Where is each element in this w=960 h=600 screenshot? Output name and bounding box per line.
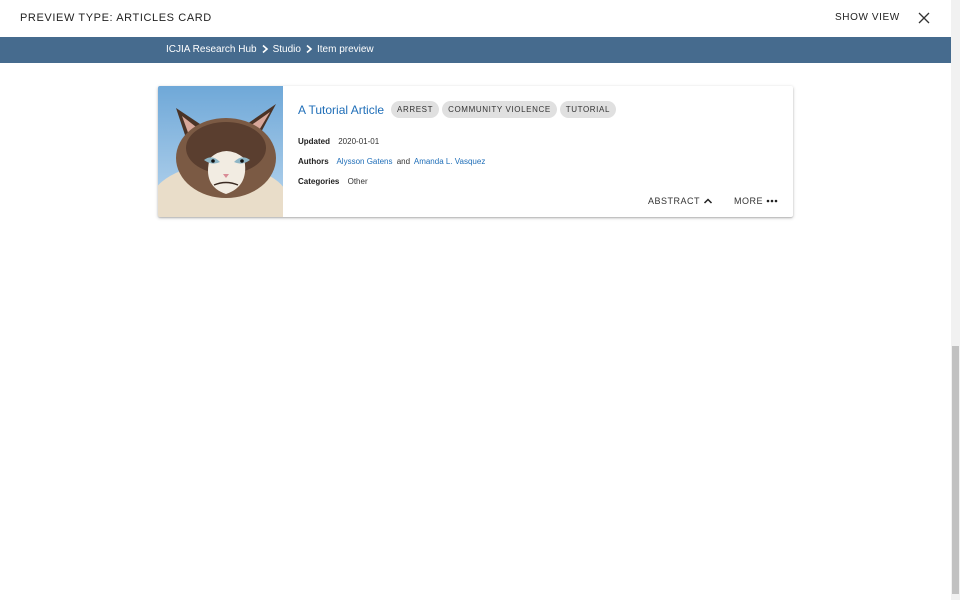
chevron-up-icon	[703, 198, 713, 204]
categories-label: Categories	[298, 177, 340, 186]
more-label: MORE	[734, 196, 763, 206]
preview-title: PREVIEW TYPE: ARTICLES CARD	[20, 12, 212, 24]
more-horizontal-icon	[766, 199, 778, 203]
categories-row: Categories Other	[298, 177, 368, 186]
article-thumbnail[interactable]	[158, 86, 283, 217]
chevron-right-icon	[306, 44, 313, 54]
updated-row: Updated 2020-01-01	[298, 137, 379, 146]
updated-value: 2020-01-01	[338, 137, 380, 146]
breadcrumb: ICJIA Research Hub Studio Item preview	[166, 43, 374, 55]
authors-joiner: and	[396, 157, 411, 166]
tag-chip-arrest[interactable]: ARREST	[391, 101, 440, 118]
abstract-toggle-button[interactable]: ABSTRACT	[648, 196, 713, 206]
authors-label: Authors	[298, 157, 329, 166]
updated-label: Updated	[298, 137, 330, 146]
authors-row: Authors Alysson Gatens and Amanda L. Vas…	[298, 157, 485, 166]
more-button[interactable]: MORE	[734, 196, 778, 206]
preview-header: PREVIEW TYPE: ARTICLES CARD SHOW VIEW	[0, 0, 951, 37]
breadcrumb-item-preview: Item preview	[316, 43, 374, 55]
chevron-right-icon	[262, 44, 268, 54]
tag-chip-community-violence[interactable]: COMMUNITY VIOLENCE	[442, 101, 557, 118]
page-scrollbar[interactable]	[951, 0, 960, 600]
breadcrumb-bar: ICJIA Research Hub Studio Item preview	[0, 37, 951, 63]
close-icon[interactable]	[917, 11, 931, 25]
article-headline: A Tutorial Article ARREST COMMUNITY VIOL…	[298, 101, 619, 118]
show-view-button[interactable]: SHOW VIEW	[835, 12, 900, 23]
breadcrumb-item-home[interactable]: ICJIA Research Hub	[166, 44, 257, 55]
abstract-label: ABSTRACT	[648, 196, 701, 206]
author-link-gatens[interactable]: Alysson Gatens	[336, 157, 392, 166]
article-title-link[interactable]: A Tutorial Article	[298, 103, 384, 117]
author-link-vasquez[interactable]: Amanda L. Vasquez	[414, 157, 485, 166]
article-card-body: A Tutorial Article ARREST COMMUNITY VIOL…	[298, 86, 793, 217]
article-card: A Tutorial Article ARREST COMMUNITY VIOL…	[158, 86, 793, 217]
scrollbar-thumb[interactable]	[952, 346, 959, 594]
tag-chip-tutorial[interactable]: TUTORIAL	[559, 101, 616, 118]
categories-value: Other	[347, 177, 368, 186]
breadcrumb-item-studio[interactable]: Studio	[273, 44, 301, 55]
